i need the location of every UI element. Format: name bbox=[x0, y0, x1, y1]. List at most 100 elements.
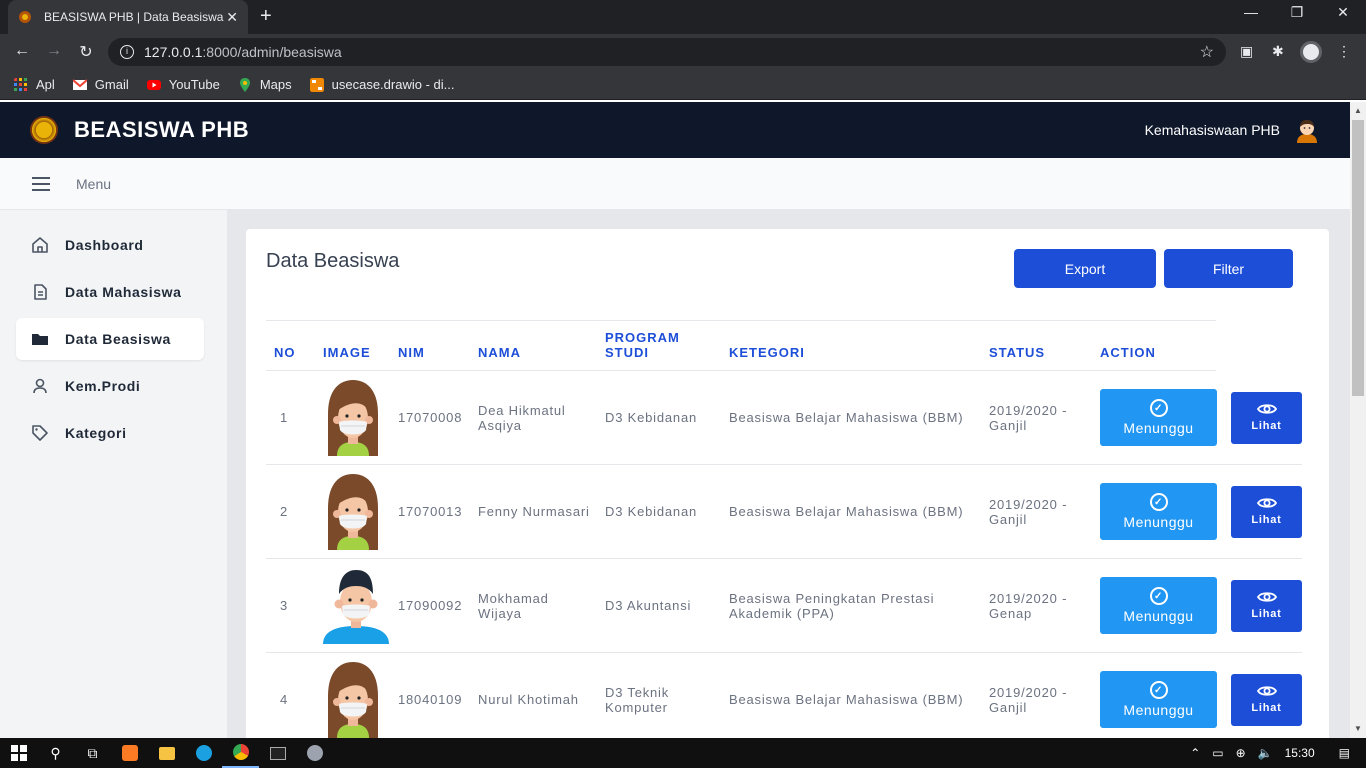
volume-icon[interactable]: 🔈 bbox=[1258, 746, 1273, 760]
user-menu[interactable]: Kemahasiswaan PHB bbox=[1145, 117, 1320, 143]
chrome-icon[interactable] bbox=[222, 738, 259, 768]
user-icon bbox=[30, 376, 50, 396]
beasiswa-table: NO IMAGE NIM NAMA PROGRAM STUDI KETEGORI… bbox=[266, 320, 1302, 738]
new-tab-icon[interactable]: + bbox=[260, 5, 272, 28]
notification-icon[interactable]: ▤ bbox=[1339, 746, 1350, 760]
sidebar-item-dashboard[interactable]: Dashboard bbox=[16, 224, 204, 266]
sidebar-item-data-mahasiswa[interactable]: Data Mahasiswa bbox=[16, 271, 204, 313]
cell-prodi: D3 Kebidanan bbox=[597, 464, 721, 559]
battery-icon[interactable]: ▭ bbox=[1212, 746, 1223, 760]
sidebar: Dashboard Data Mahasiswa Data Beasiswa K… bbox=[0, 210, 228, 738]
cell-status: 2019/2020 - Ganjil bbox=[981, 370, 1092, 465]
clock[interactable]: 15:30 bbox=[1285, 746, 1315, 760]
bookmark-youtube[interactable]: YouTube bbox=[146, 77, 220, 92]
cell-kategori: Beasiswa Belajar Mahasiswa (BBM) bbox=[721, 652, 981, 738]
cell-nama: Dea Hikmatul Asqiya bbox=[470, 370, 597, 465]
terminal-icon[interactable] bbox=[259, 738, 296, 768]
col-header-nim: NIM bbox=[390, 320, 470, 371]
cell-action: ✓ Menunggu Lihat bbox=[1092, 370, 1302, 465]
cell-image bbox=[315, 652, 390, 738]
network-icon[interactable]: ⊕ bbox=[1236, 746, 1246, 760]
col-header-image: IMAGE bbox=[315, 320, 390, 371]
xampp-icon[interactable] bbox=[111, 738, 148, 768]
forward-icon[interactable]: → bbox=[44, 42, 64, 60]
table-row: 2 17070013 Fenny Nurmasari D3 Kebidanan Beas… bbox=[266, 464, 1302, 559]
table-header-row: NO IMAGE NIM NAMA PROGRAM STUDI KETEGORI… bbox=[266, 320, 1302, 371]
bookmark-star-icon[interactable]: ☆ bbox=[1200, 42, 1214, 62]
student-avatar bbox=[323, 568, 389, 644]
cell-action: ✓ Menunggu Lihat bbox=[1092, 464, 1302, 559]
table-row: 3 17090092 Mokhamad Wijaya D3 Akuntansi Beas… bbox=[266, 558, 1302, 653]
edge-icon[interactable] bbox=[185, 738, 222, 768]
address-bar[interactable]: i 127.0.0.1 :8000/admin/beasiswa ☆ bbox=[108, 38, 1226, 66]
profile-avatar[interactable] bbox=[1300, 41, 1322, 63]
lihat-button[interactable]: Lihat bbox=[1231, 673, 1302, 726]
cell-image bbox=[315, 558, 390, 653]
menunggu-button[interactable]: ✓ Menunggu bbox=[1100, 671, 1217, 728]
back-icon[interactable]: ← bbox=[12, 42, 32, 60]
sidebar-item-label: Data Beasiswa bbox=[65, 331, 171, 347]
sidebar-item-label: Dashboard bbox=[65, 237, 144, 253]
restore-icon[interactable]: ❐ bbox=[1274, 4, 1320, 21]
student-avatar bbox=[323, 473, 383, 550]
chrome-menu-icon[interactable]: ⋮ bbox=[1337, 43, 1351, 60]
lihat-button[interactable]: Lihat bbox=[1231, 485, 1302, 538]
menunggu-button[interactable]: ✓ Menunggu bbox=[1100, 577, 1217, 634]
search-icon[interactable]: ⚲ bbox=[37, 738, 74, 768]
col-header-nama: NAMA bbox=[470, 320, 597, 371]
col-header-spacer bbox=[1216, 321, 1302, 371]
export-button[interactable]: Export bbox=[1014, 249, 1156, 288]
bookmark-gmail[interactable]: Gmail bbox=[72, 77, 129, 92]
gmail-icon bbox=[72, 78, 87, 90]
lihat-button[interactable]: Lihat bbox=[1231, 579, 1302, 632]
bookmark-drawio[interactable]: usecase.drawio - di... bbox=[309, 77, 454, 92]
scroll-down-icon[interactable]: ▼ bbox=[1354, 724, 1362, 733]
menunggu-button[interactable]: ✓ Menunggu bbox=[1100, 389, 1217, 446]
bookmark-maps[interactable]: Maps bbox=[238, 77, 292, 92]
cell-nim: 17090092 bbox=[390, 558, 470, 653]
extensions-icon[interactable]: ✱ bbox=[1272, 43, 1284, 60]
cell-image bbox=[315, 370, 390, 465]
student-avatar bbox=[323, 661, 383, 738]
file-explorer-icon[interactable] bbox=[148, 738, 185, 768]
filter-button[interactable]: Filter bbox=[1164, 249, 1293, 288]
sidebar-item-kategori[interactable]: Kategori bbox=[16, 412, 204, 454]
minimize-icon[interactable]: — bbox=[1228, 4, 1274, 20]
cell-nim: 17070013 bbox=[390, 464, 470, 559]
reload-icon[interactable]: ↻ bbox=[76, 42, 96, 62]
maps-pin-icon bbox=[239, 77, 250, 92]
site-info-icon[interactable]: i bbox=[120, 45, 134, 59]
eye-icon bbox=[1256, 685, 1277, 696]
document-icon bbox=[30, 282, 50, 302]
system-tray: ⌃ ▭ ⊕ 🔈 15:30 ▤ bbox=[1184, 746, 1366, 760]
menu-bar: Menu bbox=[0, 158, 1350, 210]
page-scrollbar[interactable]: ▲ ▼ bbox=[1350, 102, 1366, 738]
browser-tab[interactable]: BEASISWA PHB | Data Beasiswa ✕ bbox=[8, 0, 248, 34]
menunggu-button[interactable]: ✓ Menunggu bbox=[1100, 483, 1217, 540]
windows-taskbar: ⚲ ⧉ ⌃ ▭ ⊕ 🔈 15:30 ▤ bbox=[0, 738, 1366, 768]
sidebar-item-kem-prodi[interactable]: Kem.Prodi bbox=[16, 365, 204, 407]
media-icon[interactable]: ▣ bbox=[1240, 43, 1253, 60]
tray-chevron-icon[interactable]: ⌃ bbox=[1190, 746, 1200, 760]
app-icon[interactable] bbox=[296, 738, 333, 768]
cell-nama: Nurul Khotimah bbox=[470, 652, 597, 738]
col-header-status: STATUS bbox=[981, 320, 1092, 371]
user-avatar-icon bbox=[1297, 120, 1317, 143]
app-viewport: BEASISWA PHB Kemahasiswaan PHB Menu Dash… bbox=[0, 102, 1350, 738]
cell-nama: Fenny Nurmasari bbox=[470, 464, 597, 559]
bookmark-apps[interactable]: Apl bbox=[14, 77, 55, 92]
scrollbar-thumb[interactable] bbox=[1352, 120, 1364, 396]
sidebar-item-label: Kem.Prodi bbox=[65, 378, 141, 394]
tab-close-icon[interactable]: ✕ bbox=[226, 9, 238, 26]
lihat-button[interactable]: Lihat bbox=[1231, 391, 1302, 444]
check-circle-icon: ✓ bbox=[1149, 681, 1168, 699]
hamburger-menu-icon[interactable] bbox=[32, 176, 50, 191]
windows-start-icon[interactable] bbox=[0, 738, 37, 768]
scroll-up-icon[interactable]: ▲ bbox=[1354, 106, 1362, 115]
sidebar-item-data-beasiswa[interactable]: Data Beasiswa bbox=[16, 318, 204, 360]
task-view-icon[interactable]: ⧉ bbox=[74, 738, 111, 768]
cell-prodi: D3 Teknik Komputer bbox=[597, 652, 721, 738]
window-close-icon[interactable]: ✕ bbox=[1320, 4, 1366, 21]
check-circle-icon: ✓ bbox=[1149, 587, 1168, 605]
tag-icon bbox=[30, 423, 50, 443]
